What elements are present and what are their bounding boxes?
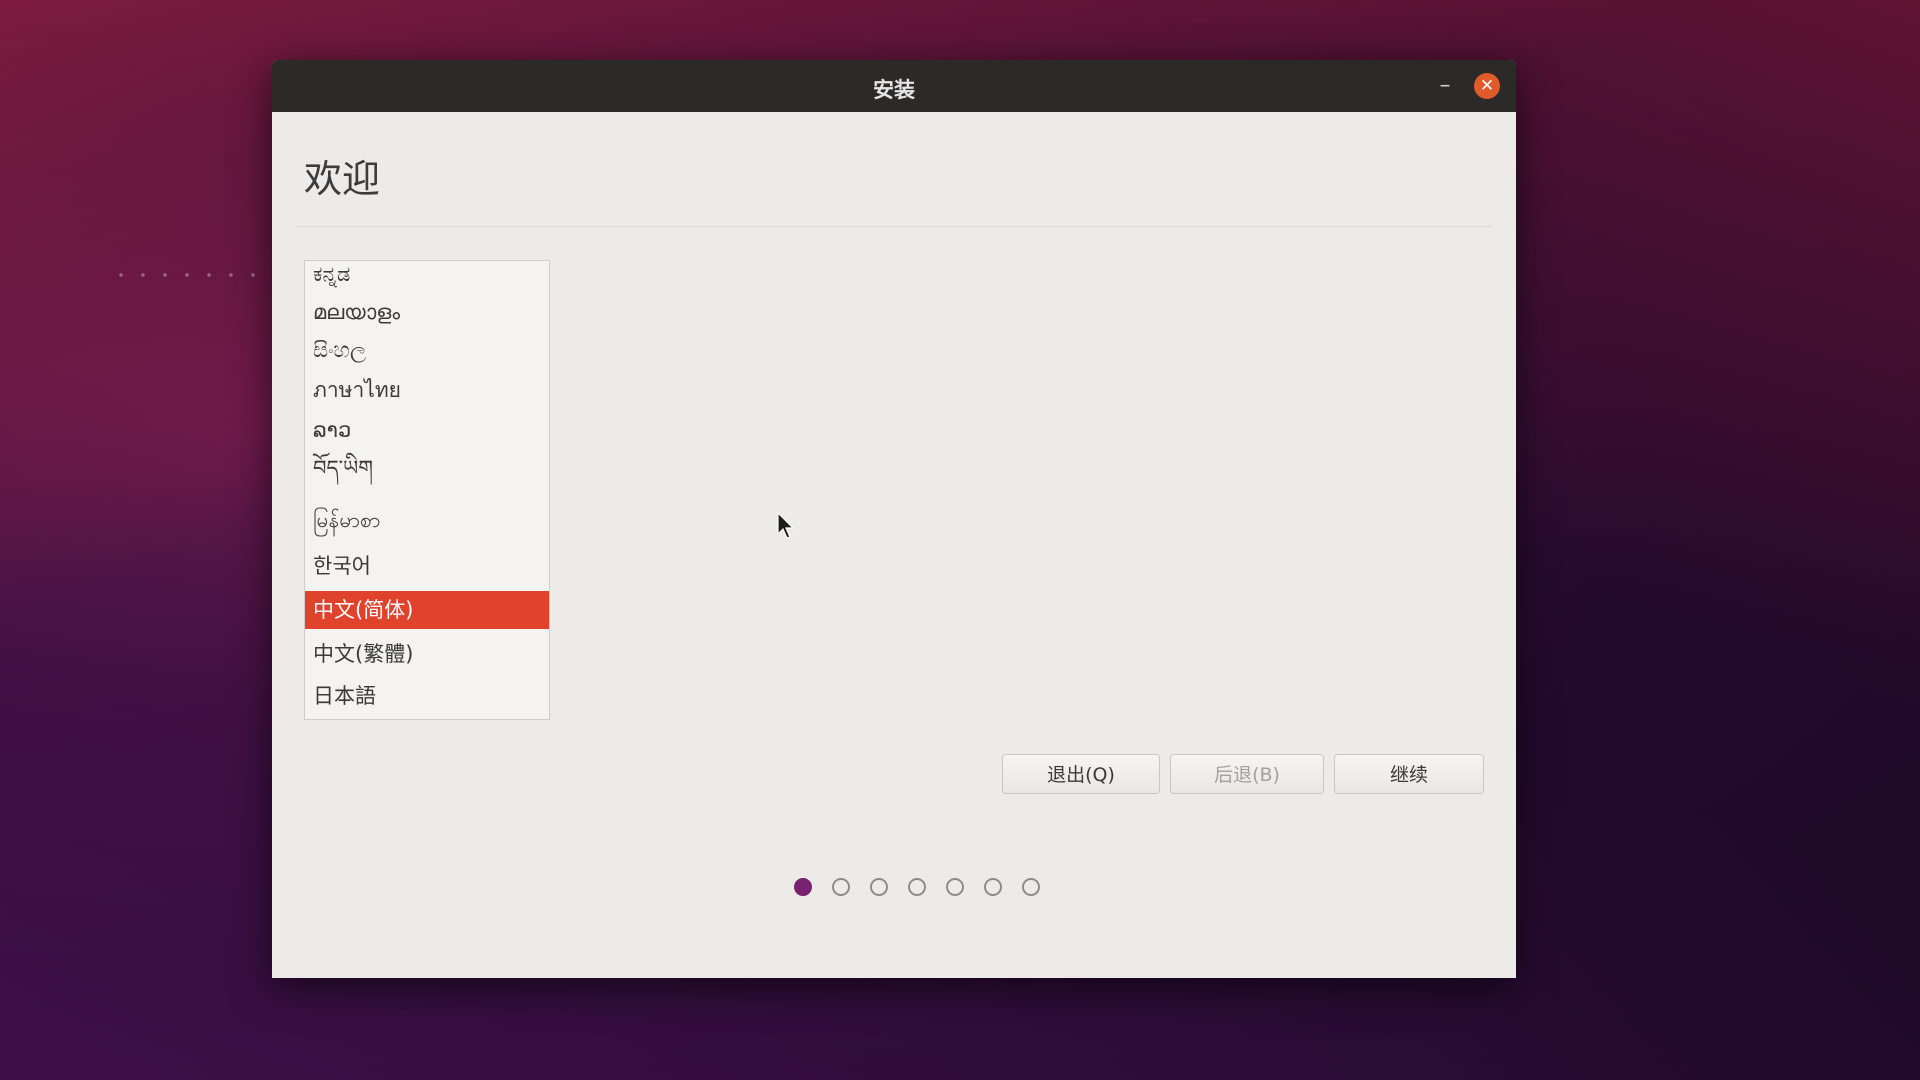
back-button[interactable]: 后退(B) xyxy=(1170,754,1324,794)
language-item[interactable]: မြန်မာစာ xyxy=(305,501,549,539)
window-title: 安装 xyxy=(873,78,915,102)
language-list[interactable]: ಕನ್ನಡ മലയാളം සිංහල ภาษาไทย ລາວ བོད་ཡིག မ… xyxy=(304,260,550,720)
step-dot xyxy=(1022,878,1040,896)
header-separator xyxy=(296,226,1492,227)
window-titlebar[interactable]: 安装 – ✕ xyxy=(272,60,1516,112)
language-item[interactable]: മലയാളം xyxy=(305,293,549,331)
installer-window: 安装 – ✕ 欢迎 ಕನ್ನಡ മലയാളം සිංහල ภาษาไทย ລາວ… xyxy=(272,60,1516,978)
mouse-cursor-icon xyxy=(777,512,795,539)
language-item[interactable]: 中文(繁體) xyxy=(305,635,549,673)
step-dot xyxy=(908,878,926,896)
language-item-selected[interactable]: 中文(简体) xyxy=(305,591,549,629)
page-title: 欢迎 xyxy=(304,157,381,201)
language-item[interactable]: සිංහල xyxy=(305,331,549,369)
step-dot xyxy=(946,878,964,896)
continue-button[interactable]: 继续 xyxy=(1334,754,1484,794)
desktop-decoration xyxy=(110,270,270,280)
language-item[interactable]: 한국어 xyxy=(305,547,549,585)
step-dot xyxy=(832,878,850,896)
close-button[interactable]: ✕ xyxy=(1474,73,1500,99)
language-item[interactable]: 日本語 xyxy=(305,677,549,715)
quit-button[interactable]: 退出(Q) xyxy=(1002,754,1160,794)
language-item[interactable]: བོད་ཡིག xyxy=(305,449,549,487)
step-dot-active xyxy=(794,878,812,896)
step-dot xyxy=(984,878,1002,896)
language-item[interactable]: ಕನ್ನಡ xyxy=(305,261,549,293)
language-item[interactable]: ภาษาไทย xyxy=(305,371,549,409)
step-dot xyxy=(870,878,888,896)
minimize-button[interactable]: – xyxy=(1432,73,1458,99)
step-indicator xyxy=(794,878,1074,902)
language-item[interactable]: ລາວ xyxy=(305,411,549,449)
